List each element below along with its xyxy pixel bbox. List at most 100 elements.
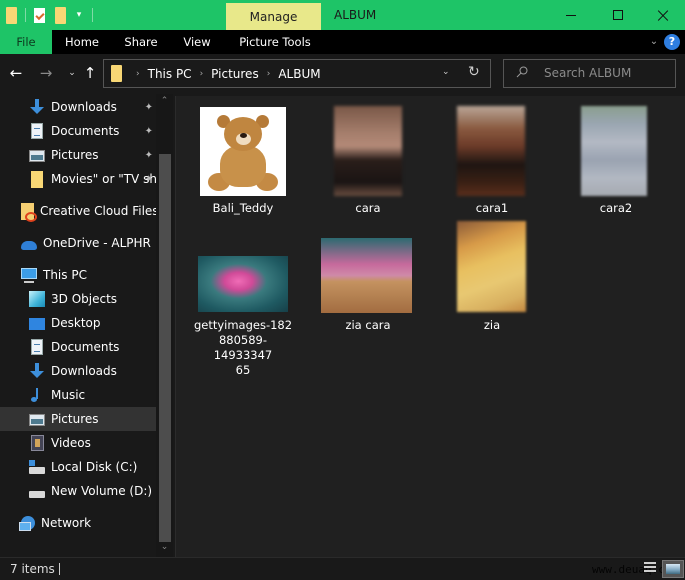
pin-icon[interactable]: ✦ [145, 174, 153, 185]
breadcrumb-this-pc[interactable]: This PC [148, 67, 192, 81]
pin-icon[interactable]: ✦ [145, 150, 153, 161]
sidebar-item-documents[interactable]: Documents [0, 335, 156, 359]
local-disk-icon [29, 460, 45, 474]
documents-icon [31, 123, 43, 139]
file-item[interactable]: cara1 [442, 96, 542, 221]
customize-dropdown-icon[interactable]: ▾ [74, 10, 84, 20]
sidebar-item-this-pc[interactable]: This PC [0, 263, 156, 287]
sidebar-item-label: 3D Objects [51, 292, 118, 306]
sidebar-item-movies-pinned[interactable]: Movies" or "TV sh ✦ [0, 167, 156, 191]
file-thumbnail [334, 106, 402, 196]
file-thumbnail [581, 106, 647, 196]
creative-cloud-icon [21, 202, 37, 222]
sidebar-item-videos[interactable]: Videos [0, 431, 156, 455]
minimize-icon [566, 14, 576, 16]
sidebar-item-label: OneDrive - ALPHR [43, 236, 151, 250]
file-thumbnail [457, 106, 525, 196]
sidebar-item-label: Local Disk (C:) [51, 460, 138, 474]
file-list: Bali_Teddy cara cara1 cara2 gettyimages-… [175, 96, 685, 557]
search-input[interactable]: Search ALBUM [503, 59, 676, 88]
address-bar[interactable]: › This PC › Pictures › ALBUM ⌄ ↻ [103, 59, 491, 88]
help-icon[interactable]: ? [664, 34, 680, 50]
sidebar-item-documents-pinned[interactable]: Documents ✦ [0, 119, 156, 143]
breadcrumb-separator[interactable]: › [267, 69, 271, 79]
sidebar-item-label: New Volume (D:) [51, 484, 153, 498]
folder-icon[interactable] [6, 6, 17, 24]
forward-button[interactable]: → [36, 63, 56, 83]
scroll-down-icon[interactable]: ⌄ [156, 542, 173, 556]
sidebar-item-music[interactable]: Music [0, 383, 156, 407]
file-thumbnail [321, 238, 412, 313]
window-title: ALBUM [334, 8, 377, 22]
sidebar-item-downloads[interactable]: Downloads [0, 359, 156, 383]
downloads-icon [29, 363, 45, 379]
file-item[interactable]: Bali_Teddy [184, 96, 286, 221]
file-name-line: 880589-14933347 [213, 333, 273, 362]
back-button[interactable]: ← [6, 63, 26, 83]
new-folder-icon[interactable] [55, 6, 66, 24]
file-item[interactable]: zia cara [318, 221, 418, 366]
videos-icon [31, 435, 44, 451]
tab-home[interactable]: Home [60, 30, 104, 54]
file-item[interactable]: zia [442, 221, 542, 366]
sidebar-item-onedrive[interactable]: OneDrive - ALPHR [0, 231, 156, 255]
sidebar-item-label: Movies" or "TV sh [51, 172, 156, 186]
maximize-button[interactable] [595, 0, 641, 30]
quick-access-toolbar: ▾ [6, 6, 101, 24]
file-name: zia cara [345, 318, 391, 332]
file-name: cara2 [599, 201, 633, 215]
sidebar-scrollbar[interactable]: ⌃ ⌄ [156, 94, 173, 557]
details-view-icon [644, 562, 656, 564]
breadcrumb-album[interactable]: ALBUM [278, 67, 320, 81]
breadcrumb: › This PC › Pictures › ALBUM [128, 60, 321, 87]
recent-locations-button[interactable]: ⌄ [62, 63, 82, 83]
sidebar-item-new-volume-d[interactable]: New Volume (D:) [0, 479, 156, 503]
tab-share[interactable]: Share [120, 30, 162, 54]
file-item[interactable]: cara [318, 96, 418, 221]
sidebar-item-label: This PC [43, 268, 87, 282]
file-name: zia [483, 318, 501, 332]
sidebar-item-downloads-pinned[interactable]: Downloads ✦ [0, 95, 156, 119]
minimize-button[interactable] [548, 0, 594, 30]
breadcrumb-pictures[interactable]: Pictures [211, 67, 259, 81]
sidebar-item-pictures[interactable]: Pictures [0, 407, 156, 431]
tab-picture-tools[interactable]: Picture Tools [230, 30, 320, 54]
close-button[interactable]: × [640, 0, 685, 30]
refresh-icon[interactable]: ↻ [468, 64, 480, 80]
details-view-button[interactable] [644, 562, 656, 576]
sidebar-item-desktop[interactable]: Desktop [0, 311, 156, 335]
properties-icon[interactable] [34, 7, 45, 23]
onedrive-cloud-icon [21, 241, 37, 250]
sidebar-item-local-disk-c[interactable]: Local Disk (C:) [0, 455, 156, 479]
tab-manage[interactable]: Manage [226, 3, 321, 30]
sidebar-item-label: Pictures [51, 148, 99, 162]
scroll-up-icon[interactable]: ⌃ [156, 96, 173, 110]
3d-objects-icon [29, 291, 45, 307]
tab-view[interactable]: View [178, 30, 216, 54]
sidebar-item-label: Music [51, 388, 86, 402]
up-button[interactable]: ↑ [80, 63, 100, 83]
file-item[interactable]: gettyimages-182 880589-14933347 65 [184, 221, 292, 377]
pin-icon[interactable]: ✦ [145, 126, 153, 137]
sidebar-item-3d-objects[interactable]: 3D Objects [0, 287, 156, 311]
this-pc-icon [21, 268, 37, 283]
expand-ribbon-icon[interactable]: ⌄ [648, 36, 660, 48]
status-bar: 7 items www.deuaq.com [0, 557, 685, 580]
sidebar-item-label: Downloads [51, 100, 117, 114]
sidebar-item-pictures-pinned[interactable]: Pictures ✦ [0, 143, 156, 167]
tab-file[interactable]: File [0, 30, 52, 54]
breadcrumb-separator[interactable]: › [136, 69, 140, 79]
ribbon-tabs: File Home Share View Picture Tools ⌄ ? [0, 30, 685, 54]
large-icons-view-button[interactable] [662, 560, 684, 578]
scrollbar-thumb[interactable] [159, 154, 171, 542]
sidebar-item-label: Downloads [51, 364, 117, 378]
pictures-icon [29, 414, 45, 426]
file-item[interactable]: cara2 [566, 96, 666, 221]
pin-icon[interactable]: ✦ [145, 102, 153, 113]
sidebar-item-creative-cloud[interactable]: Creative Cloud Files [0, 199, 156, 223]
address-dropdown-icon[interactable]: ⌄ [442, 67, 450, 77]
sidebar-item-network[interactable]: Network [0, 511, 156, 535]
maximize-icon [613, 10, 623, 20]
title-bar: ▾ Manage ALBUM × [0, 0, 685, 30]
breadcrumb-separator[interactable]: › [200, 69, 204, 79]
